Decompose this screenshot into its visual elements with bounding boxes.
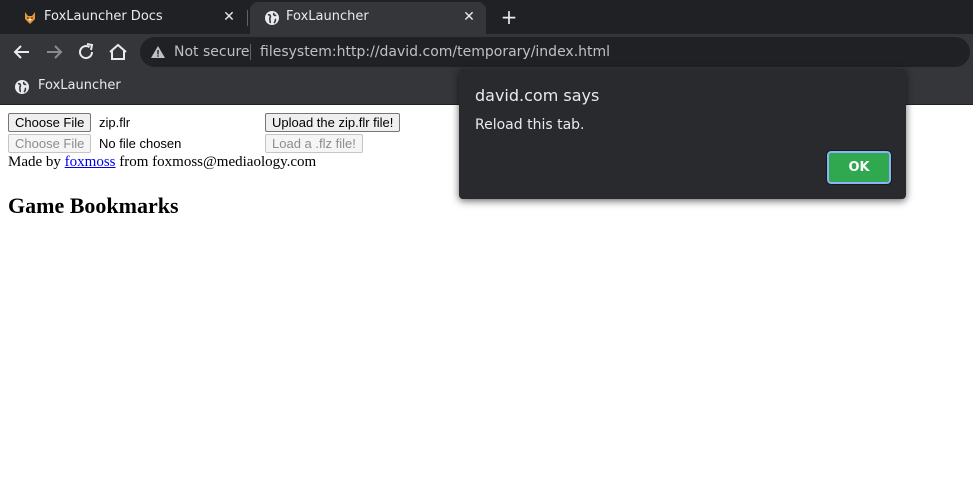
choose-file-button[interactable]: Choose File bbox=[8, 113, 92, 132]
alert-dialog: david.com says Reload this tab. OK bbox=[459, 69, 906, 199]
url-text[interactable]: filesystem:http://david.com/temporary/in… bbox=[260, 44, 610, 60]
omnibox-divider bbox=[250, 44, 251, 60]
home-icon[interactable] bbox=[106, 40, 130, 64]
toolbar: Not secure filesystem:http://david.com/t… bbox=[0, 34, 973, 70]
credits-suffix: from foxmoss@mediaology.com bbox=[119, 154, 317, 170]
bookmark-label: FoxLauncher bbox=[38, 78, 121, 93]
load-flz-button[interactable]: Load a .flz file! bbox=[265, 134, 363, 153]
tab-strip: FoxLauncher Docs ✕ FoxLauncher ✕ + bbox=[0, 0, 973, 34]
globe-icon bbox=[265, 11, 279, 25]
ok-button[interactable]: OK bbox=[826, 150, 892, 185]
close-icon[interactable]: ✕ bbox=[220, 8, 238, 26]
choose-file-button-disabled[interactable]: Choose File bbox=[8, 134, 92, 153]
tab-title: FoxLauncher bbox=[286, 9, 369, 24]
address-bar[interactable]: Not secure filesystem:http://david.com/t… bbox=[140, 37, 970, 67]
fox-icon bbox=[25, 12, 35, 24]
page-heading: Game Bookmarks bbox=[8, 193, 179, 218]
tab-title: FoxLauncher Docs bbox=[44, 9, 163, 24]
tab-foxlauncher[interactable]: FoxLauncher ✕ bbox=[250, 2, 486, 34]
tab-foxlauncher-docs[interactable]: FoxLauncher Docs ✕ bbox=[8, 2, 246, 34]
dialog-message: Reload this tab. bbox=[475, 117, 585, 133]
credits-prefix: Made by bbox=[8, 154, 61, 170]
warning-icon[interactable] bbox=[150, 44, 166, 60]
reload-icon[interactable] bbox=[74, 40, 98, 64]
no-file-chosen-label: No file chosen bbox=[99, 136, 182, 151]
new-tab-button[interactable]: + bbox=[497, 6, 521, 28]
security-label[interactable]: Not secure bbox=[174, 44, 250, 60]
author-link[interactable]: foxmoss bbox=[65, 154, 116, 170]
credits-line: Made by foxmoss from foxmoss@mediaology.… bbox=[8, 154, 316, 171]
chosen-file-name: zip.flr bbox=[99, 115, 131, 130]
forward-icon[interactable] bbox=[42, 40, 66, 64]
dialog-title: david.com says bbox=[475, 86, 600, 105]
globe-icon bbox=[15, 80, 29, 94]
upload-button[interactable]: Upload the zip.flr file! bbox=[265, 113, 401, 132]
back-icon[interactable] bbox=[10, 40, 34, 64]
close-icon[interactable]: ✕ bbox=[460, 8, 478, 26]
tab-divider bbox=[247, 10, 248, 26]
